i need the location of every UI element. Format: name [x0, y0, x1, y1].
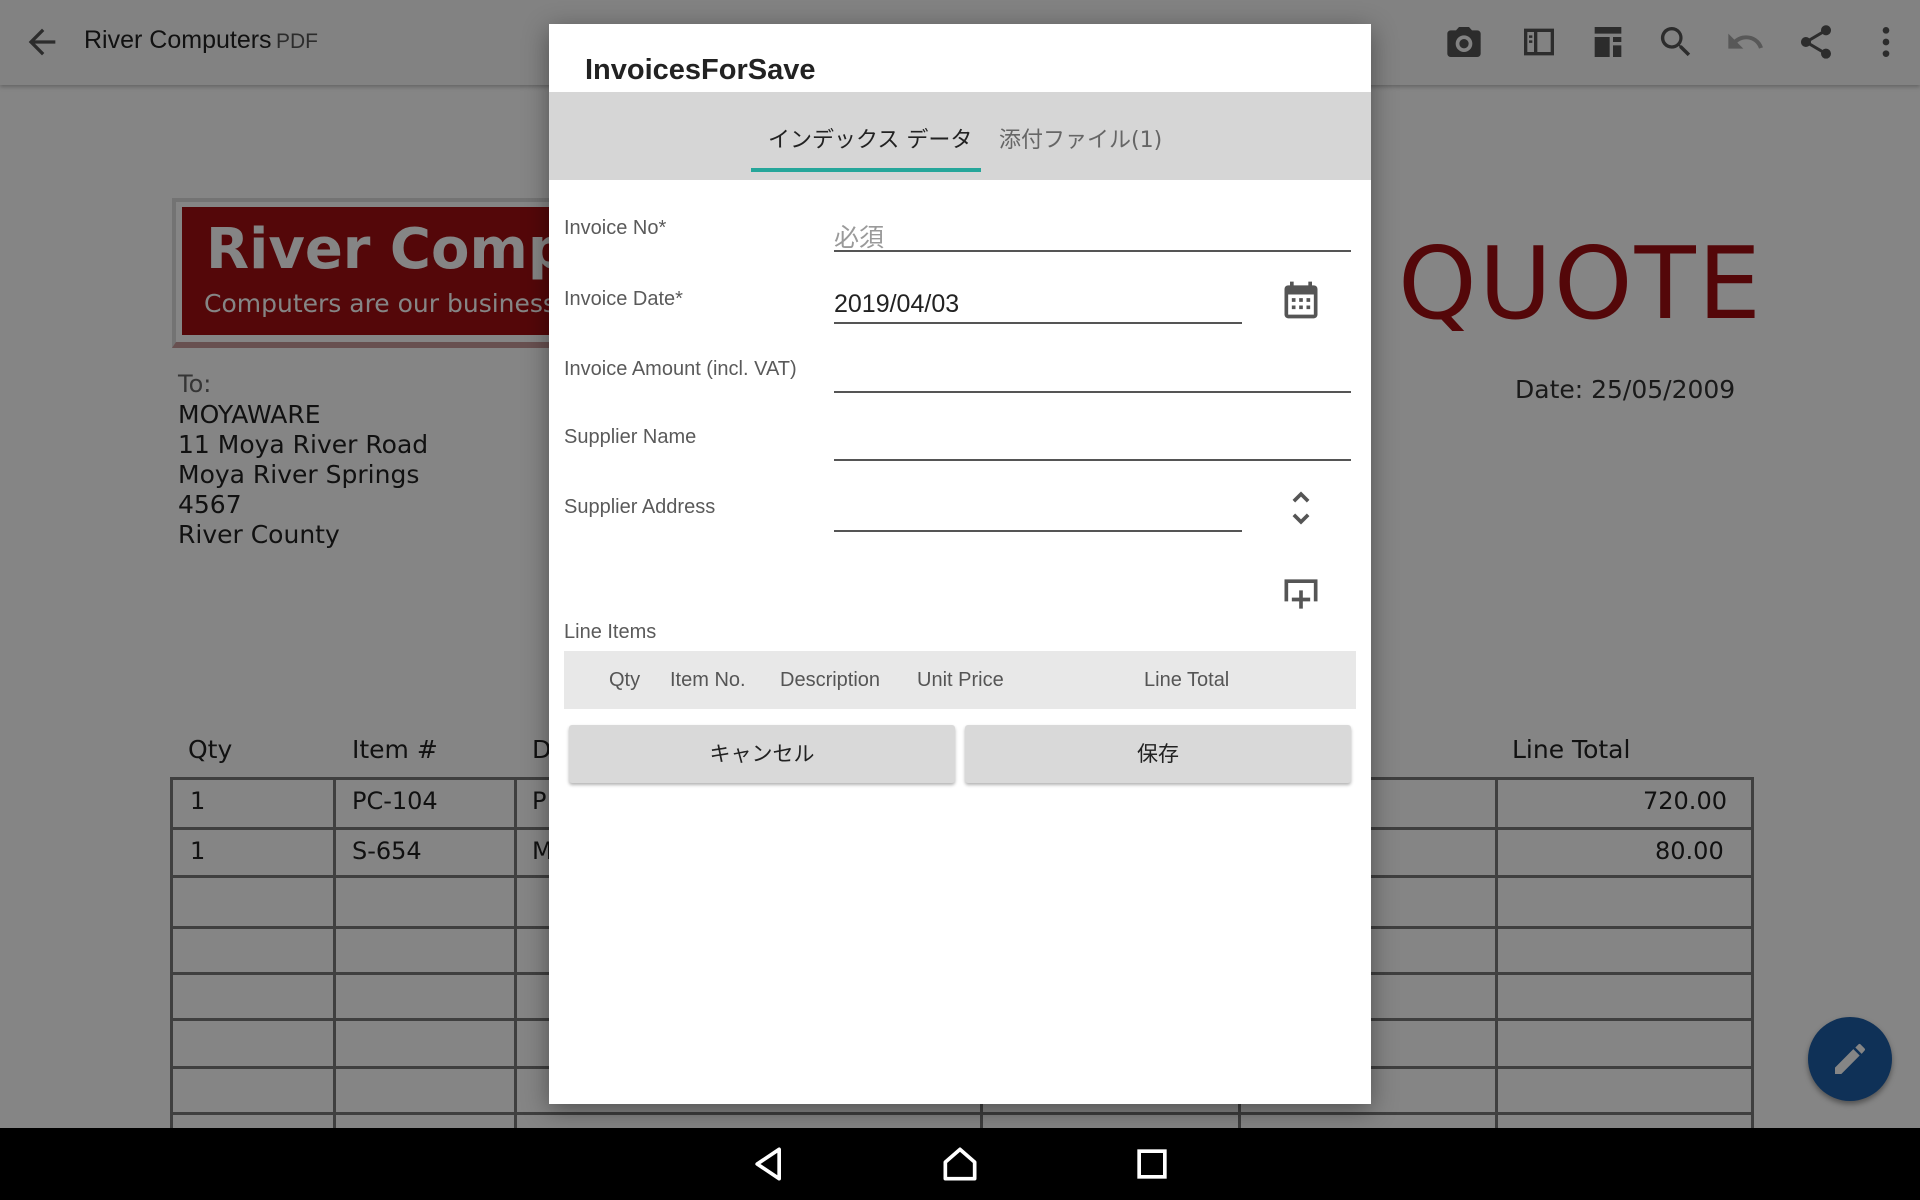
tab-attachments[interactable]: 添付ファイル(1) [999, 122, 1162, 154]
invoice-amount-input[interactable] [834, 353, 1351, 393]
invoice-date-input[interactable]: 2019/04/03 [834, 284, 1242, 324]
column-line-total: Line Total [1144, 669, 1230, 691]
invoice-date-label: Invoice Date* [564, 288, 683, 310]
tab-index-data[interactable]: インデックス データ [768, 122, 972, 154]
column-description: Description [780, 669, 881, 691]
invoice-no-label: Invoice No* [564, 217, 667, 239]
cancel-button[interactable]: キャンセル [569, 725, 955, 783]
line-items-header: Qty Item No. Description Unit Price Line… [564, 651, 1356, 709]
supplier-name-label: Supplier Name [564, 426, 697, 448]
column-unit-price: Unit Price [917, 669, 1004, 691]
nav-recents-icon[interactable] [1130, 1142, 1174, 1186]
column-item-no: Item No. [670, 669, 746, 691]
supplier-address-label: Supplier Address [564, 496, 716, 518]
line-items-label: Line Items [564, 621, 657, 643]
nav-home-icon[interactable] [938, 1142, 982, 1186]
invoice-amount-label: Invoice Amount (incl. VAT) [564, 358, 797, 380]
dialog-tabs: インデックス データ 添付ファイル(1) [549, 92, 1371, 180]
dialog-title: InvoicesForSave [585, 54, 816, 86]
supplier-address-input[interactable] [834, 492, 1242, 532]
add-line-item-icon[interactable] [1279, 572, 1323, 616]
save-button[interactable]: 保存 [965, 725, 1351, 783]
supplier-name-input[interactable] [834, 421, 1351, 461]
column-qty: Qty [609, 669, 641, 691]
system-nav-bar [0, 1128, 1920, 1200]
invoice-no-input[interactable]: 必須 [834, 212, 1351, 252]
active-tab-indicator [751, 168, 981, 172]
expand-collapse-icon[interactable] [1279, 486, 1323, 530]
calendar-icon[interactable] [1279, 278, 1323, 322]
invoice-dialog: InvoicesForSave インデックス データ 添付ファイル(1) Inv… [549, 24, 1371, 1104]
nav-back-icon[interactable] [748, 1142, 792, 1186]
